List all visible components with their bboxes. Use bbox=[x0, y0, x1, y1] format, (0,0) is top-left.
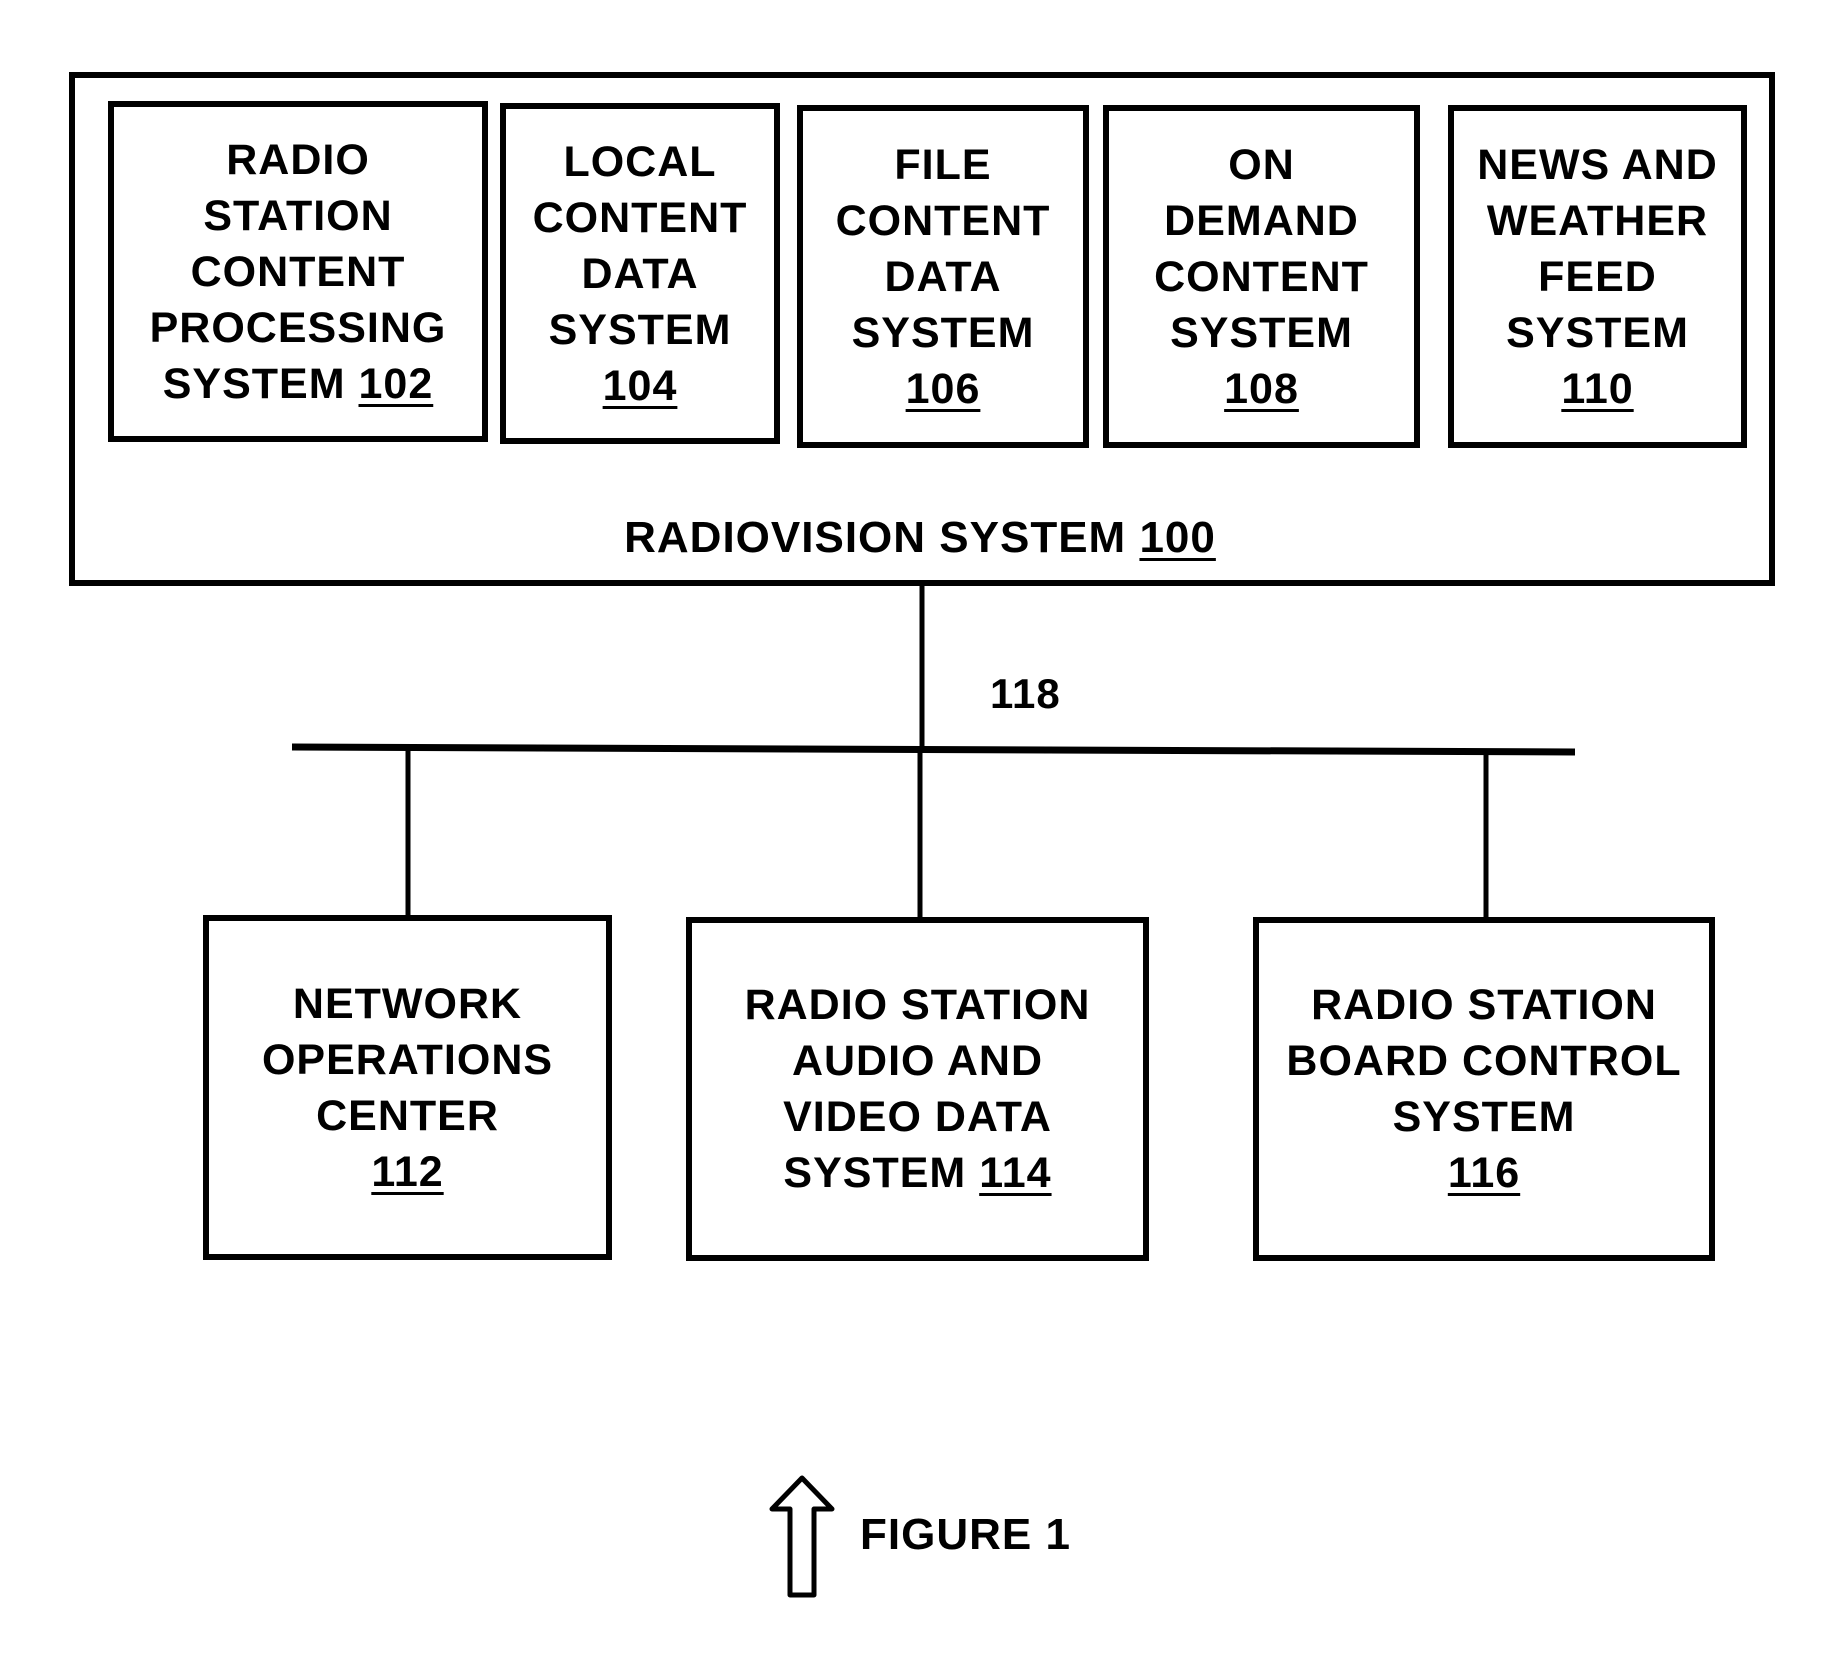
label-line: DATA bbox=[581, 249, 699, 298]
label-line: DEMAND bbox=[1164, 196, 1359, 245]
label-line: OPERATIONS bbox=[261, 1035, 554, 1084]
label-line: FEED bbox=[1538, 252, 1657, 301]
label-line: CONTENT bbox=[1154, 252, 1369, 301]
label-line: NETWORK bbox=[292, 979, 523, 1028]
reference-numeral: 114 bbox=[979, 1149, 1052, 1197]
label-line: CONTENT bbox=[532, 193, 748, 242]
system-title: RADIOVISION SYSTEM 100 bbox=[600, 510, 1240, 566]
label-line: CONTENT bbox=[190, 247, 406, 296]
system-name: RADIOVISION SYSTEM bbox=[624, 513, 1127, 562]
bus-reference-numeral: 118 bbox=[990, 670, 1061, 717]
bus-line bbox=[291, 743, 1576, 756]
label-line: VIDEO DATA bbox=[783, 1093, 1052, 1141]
label-line: SYSTEM bbox=[851, 308, 1035, 357]
label-line: SYSTEM 114 bbox=[783, 1145, 1051, 1201]
up-arrow-icon bbox=[769, 1475, 835, 1598]
label-line: CONTENT bbox=[835, 196, 1051, 245]
label-line: SYSTEM bbox=[1170, 308, 1353, 357]
reference-numeral: 110 bbox=[1561, 364, 1634, 413]
reference-numeral: 108 bbox=[1224, 364, 1299, 413]
label-line: STATION bbox=[203, 191, 393, 240]
subsystem-label-108: ON DEMAND CONTENT SYSTEM 108 bbox=[1109, 111, 1414, 442]
label-line: PROCESSING bbox=[149, 303, 447, 352]
subsystem-label-102: RADIO STATION CONTENT PROCESSING SYSTEM … bbox=[114, 107, 482, 436]
label-line: RADIO STATION bbox=[744, 981, 1091, 1029]
label-line: NEWS AND bbox=[1477, 140, 1718, 189]
component-label-112: NETWORK OPERATIONS CENTER 112 bbox=[209, 921, 606, 1254]
label-line: ON bbox=[1228, 140, 1295, 189]
label-line: SYSTEM bbox=[1506, 308, 1689, 357]
subsystem-label-104: LOCAL CONTENT DATA SYSTEM 104 bbox=[506, 109, 774, 438]
label-line: FILE bbox=[894, 140, 992, 189]
label-line: AUDIO AND bbox=[791, 1037, 1044, 1085]
figure-caption: FIGURE 1 bbox=[860, 1510, 1071, 1559]
label-line-text: SYSTEM bbox=[783, 1149, 967, 1197]
label-line: BOARD CONTROL bbox=[1286, 1037, 1682, 1085]
system-reference-numeral: 100 bbox=[1139, 513, 1216, 562]
reference-numeral: 116 bbox=[1447, 1149, 1521, 1197]
label-line: SYSTEM bbox=[1392, 1093, 1576, 1141]
label-line: SYSTEM bbox=[548, 305, 732, 354]
label-line: DATA bbox=[884, 252, 1002, 301]
label-line: LOCAL bbox=[563, 137, 717, 186]
label-line: SYSTEM 102 bbox=[163, 356, 434, 412]
reference-numeral: 102 bbox=[358, 359, 434, 408]
reference-numeral: 112 bbox=[371, 1147, 444, 1196]
label-line: WEATHER bbox=[1486, 196, 1709, 245]
component-label-114: RADIO STATION AUDIO AND VIDEO DATA SYSTE… bbox=[692, 923, 1143, 1255]
label-line: RADIO bbox=[226, 135, 370, 184]
label-line: CENTER bbox=[316, 1091, 499, 1140]
reference-numeral: 104 bbox=[602, 361, 678, 410]
subsystem-label-106: FILE CONTENT DATA SYSTEM 106 bbox=[803, 111, 1083, 442]
label-line: RADIO STATION bbox=[1311, 981, 1657, 1029]
reference-numeral: 106 bbox=[905, 364, 981, 413]
component-label-116: RADIO STATION BOARD CONTROL SYSTEM 116 bbox=[1259, 923, 1709, 1255]
label-line-text: SYSTEM bbox=[162, 359, 346, 408]
subsystem-label-110: NEWS AND WEATHER FEED SYSTEM 110 bbox=[1454, 111, 1741, 442]
